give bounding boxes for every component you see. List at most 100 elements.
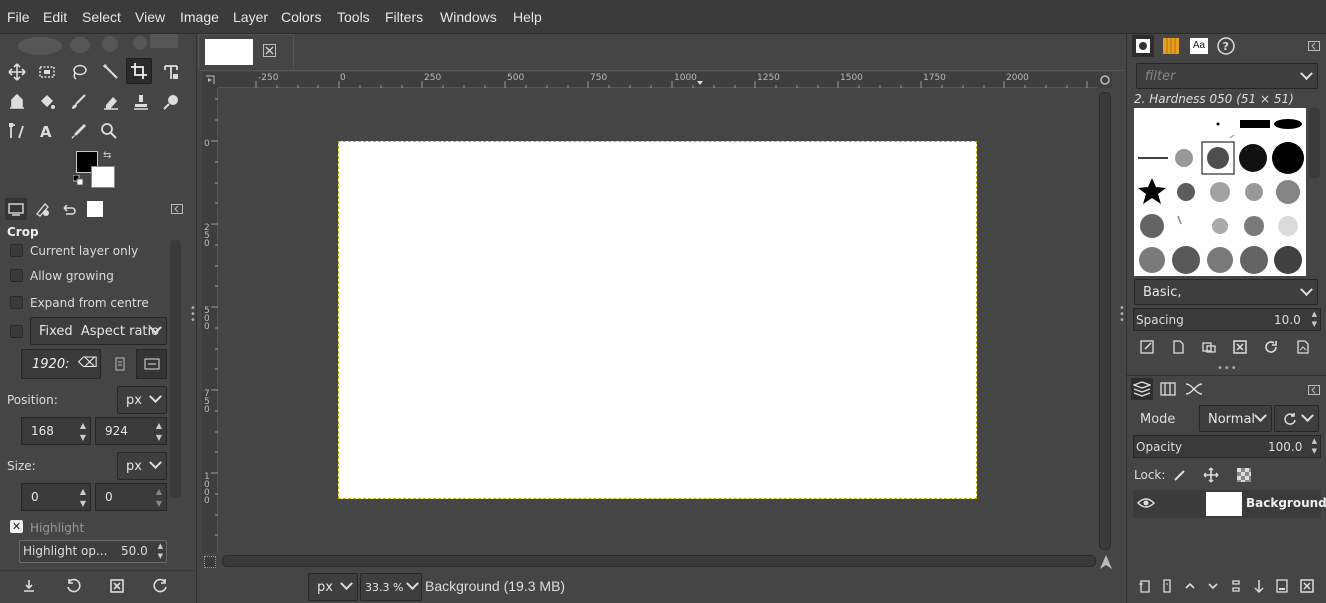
brush-preset-dropdown[interactable]: Basic, <box>1134 279 1318 305</box>
menu-file[interactable]: File <box>7 9 30 25</box>
spacing-slider[interactable]: Spacing 10.0 ▲ ▼ <box>1133 308 1321 331</box>
expand-from-centre-checkbox[interactable] <box>10 296 23 309</box>
tool-options-tab-icon[interactable] <box>5 198 27 220</box>
patterns-tab-icon[interactable] <box>1160 35 1182 57</box>
menu-edit[interactable]: Edit <box>43 9 67 25</box>
new-brush-icon[interactable] <box>1168 337 1188 357</box>
help-tab-icon[interactable]: ? <box>1215 35 1237 57</box>
ratio-field[interactable]: 1920: ⌫ <box>21 349 101 379</box>
eye-icon[interactable] <box>1137 496 1155 513</box>
zoom-fit-icon[interactable] <box>1098 72 1112 88</box>
configure-tab-icon[interactable] <box>1308 40 1320 51</box>
lock-position-icon[interactable] <box>1201 465 1221 485</box>
image-tab[interactable] <box>198 34 294 70</box>
mask-layer-icon[interactable] <box>1272 576 1292 596</box>
layer-row[interactable]: Background <box>1133 490 1326 518</box>
menu-select[interactable]: Select <box>82 9 121 25</box>
text-tool-icon[interactable]: A <box>34 118 60 144</box>
configure-tab-icon[interactable] <box>1308 384 1320 395</box>
paths-tab-icon[interactable] <box>1183 378 1205 400</box>
highlight-opacity-slider[interactable]: Highlight op... 50.0 ▲ ▼ <box>19 540 167 563</box>
position-y-input[interactable]: 924 ▲ ▼ <box>95 417 167 445</box>
background-color-swatch[interactable] <box>91 166 115 188</box>
position-unit-dropdown[interactable]: px <box>117 386 167 414</box>
layers-tab-icon[interactable] <box>1131 378 1153 400</box>
menu-view[interactable]: View <box>135 9 165 25</box>
size-height-input[interactable]: 0 ▲ ▼ <box>95 483 167 511</box>
menu-tools[interactable]: Tools <box>337 9 370 25</box>
close-icon[interactable] <box>263 44 276 57</box>
paintbrush-icon[interactable] <box>66 89 92 115</box>
landscape-icon[interactable] <box>136 349 167 379</box>
current-layer-only-checkbox[interactable] <box>10 244 23 257</box>
navigate-icon[interactable] <box>1099 554 1113 570</box>
clear-field-icon[interactable]: ⌫ <box>78 355 98 371</box>
layer-mode-dropdown[interactable]: Normal <box>1199 405 1272 432</box>
reset-options-icon[interactable] <box>151 576 171 596</box>
zoom-tool-icon[interactable] <box>96 118 122 144</box>
restore-options-icon[interactable] <box>63 576 83 596</box>
highlight-checkbox[interactable]: ✕ <box>10 520 23 533</box>
warp-transform-icon[interactable] <box>4 89 30 115</box>
duplicate-layer-icon[interactable] <box>1226 576 1246 596</box>
spin-arrows-icon[interactable]: ▲ ▼ <box>1312 436 1317 456</box>
unified-transform-icon[interactable] <box>158 59 184 85</box>
menu-filters[interactable]: Filters <box>385 9 423 25</box>
unit-dropdown[interactable]: px <box>308 573 358 601</box>
image-canvas[interactable] <box>338 141 977 499</box>
fuzzy-select-icon[interactable] <box>98 59 124 85</box>
brush-grid[interactable] <box>1134 108 1306 276</box>
duplicate-brush-icon[interactable] <box>1199 337 1219 357</box>
delete-brush-icon[interactable] <box>1230 337 1250 357</box>
panel-resize-handle[interactable]: ••• <box>1217 363 1238 374</box>
spin-arrows-icon[interactable]: ▲ ▼ <box>80 420 86 444</box>
path-tool-icon[interactable] <box>4 118 30 144</box>
fixed-mode-dropdown[interactable]: Fixed Aspect ratio <box>30 317 167 345</box>
refresh-brushes-icon[interactable] <box>1261 337 1281 357</box>
anchor-layer-icon[interactable] <box>1249 576 1269 596</box>
menu-windows[interactable]: Windows <box>440 9 497 25</box>
brush-scrollbar[interactable] <box>1309 108 1320 178</box>
zoom-dropdown[interactable]: 33.3 % <box>360 573 422 601</box>
rect-select-icon[interactable] <box>34 59 60 85</box>
fixed-checkbox[interactable] <box>10 325 23 338</box>
edit-brush-icon[interactable] <box>1137 337 1157 357</box>
layer-opacity-slider[interactable]: Opacity 100.0 ▲ ▼ <box>1133 435 1321 458</box>
new-layer-group-icon[interactable] <box>1158 576 1178 596</box>
color-picker-icon[interactable] <box>66 118 92 144</box>
undo-history-tab-icon[interactable] <box>57 198 79 220</box>
channels-tab-icon[interactable] <box>1157 378 1179 400</box>
spin-arrows-icon[interactable]: ▲ ▼ <box>80 486 86 510</box>
swap-colors-icon[interactable]: ⇆ <box>103 150 111 161</box>
horizontal-scrollbar[interactable] <box>222 555 1096 567</box>
open-brush-as-image-icon[interactable] <box>1293 337 1313 357</box>
crop-tool-icon[interactable] <box>126 58 152 84</box>
smudge-icon[interactable] <box>158 89 184 115</box>
bucket-fill-icon[interactable] <box>34 89 60 115</box>
tool-options-scrollbar[interactable] <box>170 240 181 498</box>
lasso-icon[interactable] <box>66 59 92 85</box>
size-unit-dropdown[interactable]: px <box>117 452 167 480</box>
ruler-corner-icon[interactable] <box>202 72 218 88</box>
size-width-input[interactable]: 0 ▲ ▼ <box>21 483 91 511</box>
spin-arrows-icon[interactable]: ▲ ▼ <box>156 486 162 510</box>
lock-alpha-icon[interactable] <box>1234 465 1254 485</box>
clone-stamp-icon[interactable] <box>128 89 154 115</box>
position-x-input[interactable]: 168 ▲ ▼ <box>21 417 91 445</box>
configure-tab-icon[interactable] <box>166 198 188 220</box>
spin-arrows-icon[interactable]: ▲ ▼ <box>1312 309 1317 329</box>
brushes-tab-icon[interactable] <box>1132 35 1154 57</box>
new-layer-icon[interactable] <box>1135 576 1155 596</box>
lock-pixels-icon[interactable] <box>1170 465 1190 485</box>
delete-layer-icon[interactable] <box>1297 576 1317 596</box>
brush-filter-input[interactable]: filter <box>1136 63 1318 89</box>
raise-layer-icon[interactable] <box>1180 576 1200 596</box>
spin-arrows-icon[interactable]: ▲ ▼ <box>158 541 163 561</box>
menu-image[interactable]: Image <box>180 9 219 25</box>
panel-resize-handle[interactable]: ••• <box>190 304 196 326</box>
quick-mask-icon[interactable] <box>204 556 216 568</box>
device-status-tab-icon[interactable] <box>31 198 53 220</box>
panel-resize-handle[interactable]: ••• <box>1119 304 1125 326</box>
spin-arrows-icon[interactable]: ▲ ▼ <box>156 420 162 444</box>
lower-layer-icon[interactable] <box>1203 576 1223 596</box>
